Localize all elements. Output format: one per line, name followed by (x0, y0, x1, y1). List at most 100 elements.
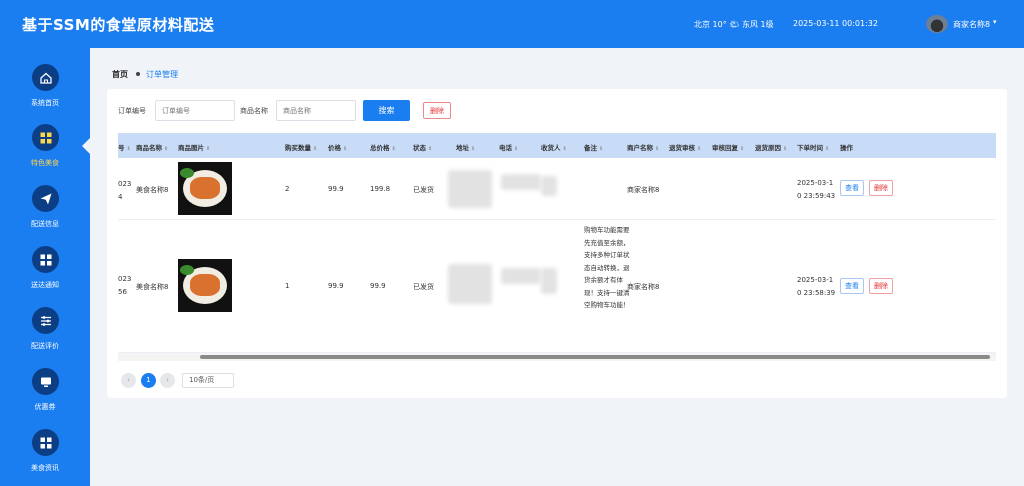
phone-redacted (501, 268, 541, 284)
col-return-review[interactable]: 退货审核 ⇕ (669, 142, 701, 152)
order-no-cell: 4 (118, 193, 123, 201)
merchant-cell: 商家名称8 (627, 186, 660, 194)
sidebar-item-delivery-notice[interactable]: 送达通知 (0, 246, 90, 302)
goods-image[interactable] (178, 162, 232, 215)
sort-icon[interactable]: ⇕ (783, 146, 787, 152)
receiver-redacted (541, 268, 557, 294)
view-button[interactable]: 查看 (840, 278, 864, 294)
sidebar-item-delivery-review[interactable]: 配送评价 (0, 307, 90, 363)
sort-icon[interactable]: ⇕ (428, 146, 432, 152)
col-actions: 操作 (840, 144, 853, 152)
breadcrumb-current: 订单管理 (146, 70, 178, 79)
user-name[interactable]: 商家名称8 (953, 19, 990, 30)
goods-name-cell: 美食名称8 (136, 283, 169, 291)
col-status[interactable]: 状态 ⇕ (413, 142, 432, 152)
col-receiver[interactable]: 收货人 ⇕ (541, 142, 567, 152)
col-goods-image[interactable]: 商品图片 ⇕ (178, 142, 210, 152)
col-review-reply[interactable]: 审核回复 ⇕ (712, 142, 744, 152)
orders-table: 号 ⇕ 商品名称 ⇕ 商品图片 ⇕ 购买数量 ⇕ 价格 ⇕ 总价格 ⇕ 状态 ⇕ 地址 ⇕ 电话… (118, 133, 996, 353)
order-time-cell: 0 23:59:43 (797, 192, 836, 200)
sort-icon[interactable]: ⇕ (313, 146, 317, 152)
sort-icon[interactable]: ⇕ (392, 146, 396, 152)
avatar[interactable] (926, 15, 948, 33)
chevron-down-icon[interactable]: ▾ (993, 18, 997, 26)
sidebar-item-label: 配送信息 (31, 220, 59, 228)
phone-redacted (501, 174, 541, 190)
search-button[interactable]: 搜索 (363, 100, 410, 121)
sidebar-item-featured-food[interactable]: 特色美食 (0, 124, 90, 180)
monitor-icon (32, 368, 59, 395)
order-no-cell: 023 (118, 275, 132, 283)
sidebar-item-label: 系统首页 (31, 99, 59, 107)
col-quantity[interactable]: 购买数量 ⇕ (285, 142, 317, 152)
goods-name-input[interactable] (276, 100, 356, 121)
total-cell: 199.8 (370, 185, 391, 193)
col-note[interactable]: 备注 ⇕ (584, 142, 603, 152)
table-row: 023 56 美食名称8 1 99.9 99.9 已发货 购物车功能需要先充值至… (118, 220, 996, 353)
sidebar-item-label: 优惠券 (34, 403, 56, 411)
sidebar-item-delivery-info[interactable]: 配送信息 (0, 185, 90, 241)
page-size-select[interactable]: 10条/页 (182, 373, 234, 388)
home-icon (32, 64, 59, 91)
sort-icon[interactable]: ⇕ (563, 146, 567, 152)
view-button[interactable]: 查看 (840, 180, 864, 196)
sort-icon[interactable]: ⇕ (740, 146, 744, 152)
order-no-input[interactable] (155, 100, 235, 121)
price-cell: 99.9 (328, 282, 344, 290)
app-title: 基于SSM的食堂原材料配送 (22, 16, 215, 34)
col-merchant[interactable]: 商户名称 ⇕ (627, 142, 659, 152)
goods-name-cell: 美食名称8 (136, 186, 169, 194)
quantity-cell: 1 (285, 282, 290, 290)
sort-icon[interactable]: ⇕ (206, 146, 210, 152)
sidebar-item-label: 配送评价 (31, 342, 59, 350)
col-order-time[interactable]: 下单时间 ⇕ (797, 142, 829, 152)
address-redacted (448, 264, 492, 304)
sidebar-item-label: 美食资讯 (31, 464, 59, 472)
sort-icon[interactable]: ⇕ (599, 146, 603, 152)
goods-name-label: 商品名称 (240, 107, 268, 115)
status-cell: 已发货 (413, 186, 434, 194)
scrollbar-thumb[interactable] (200, 355, 990, 359)
sort-icon[interactable]: ⇕ (343, 146, 347, 152)
sort-icon[interactable]: ⇕ (514, 146, 518, 152)
price-cell: 99.9 (328, 185, 344, 193)
col-price[interactable]: 价格 ⇕ (328, 142, 347, 152)
breadcrumb: 首页 订单管理 (112, 69, 178, 80)
grid-icon (32, 246, 59, 273)
order-no-label: 订单编号 (118, 107, 146, 115)
sort-icon[interactable]: ⇕ (127, 146, 131, 152)
batch-delete-button[interactable]: 删除 (423, 102, 451, 119)
sidebar-item-food-news[interactable]: 美食资讯 (0, 429, 90, 485)
horizontal-scrollbar[interactable] (118, 353, 996, 361)
col-address[interactable]: 地址 ⇕ (456, 142, 475, 152)
breadcrumb-separator (136, 72, 140, 76)
col-goods-name[interactable]: 商品名称 ⇕ (136, 142, 168, 152)
send-icon (32, 185, 59, 212)
sort-icon[interactable]: ⇕ (825, 146, 829, 152)
page-size-value: 10条/页 (189, 376, 215, 384)
col-return-reason[interactable]: 退货原因 ⇕ (755, 142, 787, 152)
col-total[interactable]: 总价格 ⇕ (370, 142, 396, 152)
col-order-no[interactable]: 号 ⇕ (118, 142, 131, 152)
breadcrumb-home[interactable]: 首页 (112, 70, 128, 79)
sidebar-item-home[interactable]: 系统首页 (0, 64, 90, 120)
order-time-cell: 2025-03-1 (797, 276, 834, 284)
col-phone[interactable]: 电话 ⇕ (499, 142, 518, 152)
sort-icon[interactable]: ⇕ (697, 146, 701, 152)
order-no-cell: 56 (118, 288, 127, 296)
sort-icon[interactable]: ⇕ (471, 146, 475, 152)
sort-icon[interactable]: ⇕ (655, 146, 659, 152)
page-number-current[interactable]: 1 (141, 373, 156, 388)
sort-icon[interactable]: ⇕ (164, 146, 168, 152)
next-page-button[interactable]: › (160, 373, 175, 388)
status-cell: 已发货 (413, 283, 434, 291)
sidebar-item-coupon[interactable]: 优惠券 (0, 368, 90, 424)
prev-page-button[interactable]: ‹ (121, 373, 136, 388)
weather-info: 北京 10° 🌤 东风 1级 (694, 20, 774, 29)
delete-button[interactable]: 删除 (869, 278, 893, 294)
sidebar-item-label: 送达通知 (31, 281, 59, 289)
total-cell: 99.9 (370, 282, 386, 290)
receiver-redacted (541, 176, 557, 196)
goods-image[interactable] (178, 259, 232, 312)
delete-button[interactable]: 删除 (869, 180, 893, 196)
